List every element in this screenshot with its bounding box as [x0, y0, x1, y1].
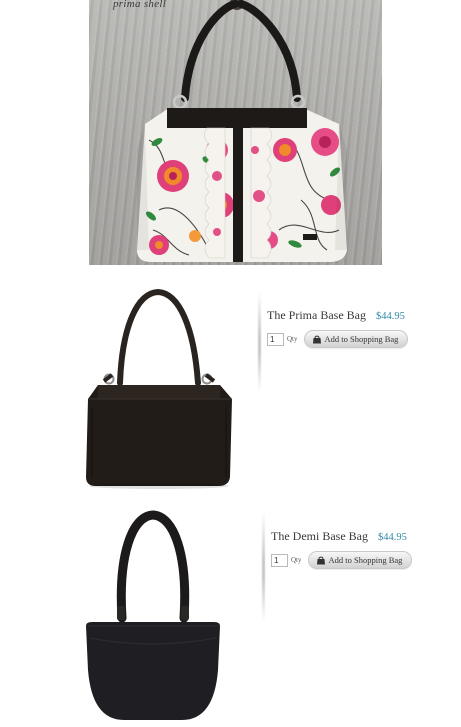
qty-input[interactable]	[267, 332, 284, 346]
product-price: $44.95	[377, 532, 407, 543]
product-name[interactable]: The Demi Base Bag	[271, 529, 368, 543]
prima-product-info: The Prima Base Bag $44.95 Qty Add to Sho…	[267, 306, 409, 348]
qty-label: Qty	[291, 556, 302, 564]
vertical-divider	[258, 292, 261, 392]
prima-base-bag-image[interactable]	[82, 287, 236, 492]
hero-shell-image[interactable]: prima shell	[89, 0, 382, 265]
add-to-shopping-bag-button[interactable]: Add to Shopping Bag	[307, 551, 413, 569]
add-to-shopping-bag-button[interactable]: Add to Shopping Bag	[303, 330, 409, 348]
demi-product-info: The Demi Base Bag $44.95 Qty Add to Shop…	[271, 527, 413, 569]
shopping-bag-icon	[316, 556, 325, 565]
product-price: $44.95	[375, 311, 405, 322]
shopping-bag-icon	[312, 335, 321, 344]
demi-base-bag-image[interactable]	[82, 510, 224, 722]
prima-base-bag-illustration	[86, 288, 232, 489]
floral-shell-illustration	[137, 0, 347, 262]
qty-label: Qty	[287, 335, 298, 343]
product-name[interactable]: The Prima Base Bag	[267, 308, 366, 322]
qty-input[interactable]	[271, 553, 288, 567]
add-to-shopping-bag-label: Add to Shopping Bag	[328, 555, 403, 565]
demi-base-bag-illustration	[86, 510, 220, 720]
vertical-divider	[262, 512, 265, 622]
order-row: Qty Add to Shopping Bag	[271, 551, 413, 569]
add-to-shopping-bag-label: Add to Shopping Bag	[324, 334, 399, 344]
order-row: Qty Add to Shopping Bag	[267, 330, 409, 348]
